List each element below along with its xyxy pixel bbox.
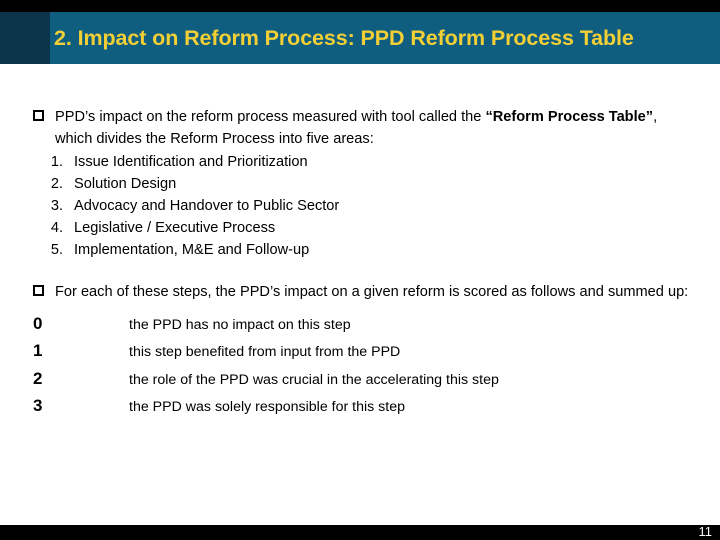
score-value: 2 bbox=[33, 368, 43, 388]
score-value: 1 bbox=[33, 341, 43, 360]
slide-header: 2. Impact on Reform Process: PPD Reform … bbox=[0, 0, 720, 64]
list-item: 5. Implementation, M&E and Follow-up bbox=[33, 239, 693, 261]
page-title: 2. Impact on Reform Process: PPD Reform … bbox=[54, 25, 634, 50]
score-value: 0 bbox=[33, 313, 43, 333]
list-item-number: 3. bbox=[50, 198, 63, 214]
header-top-bar bbox=[0, 0, 720, 12]
score-description: this step benefited from input from the … bbox=[129, 344, 401, 360]
square-bullet-icon bbox=[33, 107, 55, 123]
table-row: 1 this step benefited from input from th… bbox=[33, 338, 499, 366]
table-row: 0 the PPD has no impact on this step bbox=[33, 311, 499, 339]
list-item-number: 2. bbox=[50, 176, 63, 192]
list-item-label: Advocacy and Handover to Public Sector bbox=[74, 198, 340, 214]
list-item: 3. Advocacy and Handover to Public Secto… bbox=[33, 195, 693, 217]
page-number: 11 bbox=[698, 524, 713, 539]
content-block-one: PPD’s impact on the reform process measu… bbox=[33, 107, 693, 261]
list-item-number: 4. bbox=[50, 220, 63, 236]
list-item-label: Legislative / Executive Process bbox=[74, 220, 276, 236]
bullet-two-text: For each of these steps, the PPD’s impac… bbox=[55, 284, 689, 300]
bullet-item-two: For each of these steps, the PPD’s impac… bbox=[33, 282, 693, 304]
bullet-item-one: PPD’s impact on the reform process measu… bbox=[33, 107, 693, 150]
list-item-label: Solution Design bbox=[74, 176, 177, 192]
table-row: 2 the role of the PPD was crucial in the… bbox=[33, 366, 499, 394]
bullet-one-text: PPD’s impact on the reform process measu… bbox=[55, 107, 693, 150]
list-item-number: 5. bbox=[50, 242, 63, 258]
score-definition-table: 0 the PPD has no impact on this step 1 t… bbox=[33, 311, 499, 421]
table-row: 3 the PPD was solely responsible for thi… bbox=[33, 393, 499, 421]
slide-body: PPD’s impact on the reform process measu… bbox=[0, 64, 720, 525]
reform-process-areas-list: 1. Issue Identification and Prioritizati… bbox=[33, 151, 693, 261]
score-description: the PPD has no impact on this step bbox=[129, 316, 351, 333]
square-bullet-icon bbox=[33, 282, 55, 298]
list-item: 4. Legislative / Executive Process bbox=[33, 217, 693, 239]
slide: 2. Impact on Reform Process: PPD Reform … bbox=[0, 0, 720, 540]
header-dark-accent-band bbox=[0, 12, 50, 64]
list-item: 2. Solution Design bbox=[33, 173, 693, 195]
score-description: the role of the PPD was crucial in the a… bbox=[129, 371, 499, 388]
bullet-one-text-part1: PPD’s impact on the reform process measu… bbox=[55, 109, 486, 125]
list-item-number: 1. bbox=[50, 154, 63, 170]
score-value: 3 bbox=[33, 396, 43, 415]
list-item: 1. Issue Identification and Prioritizati… bbox=[33, 151, 693, 173]
score-description: the PPD was solely responsible for this … bbox=[129, 399, 405, 415]
slide-footer-bar bbox=[0, 525, 720, 540]
content-block-two: For each of these steps, the PPD’s impac… bbox=[33, 282, 693, 421]
list-item-label: Issue Identification and Prioritization bbox=[74, 154, 308, 170]
bullet-one-text-quoted: “Reform Process Table” bbox=[485, 109, 654, 125]
list-item-label: Implementation, M&E and Follow-up bbox=[74, 242, 310, 258]
